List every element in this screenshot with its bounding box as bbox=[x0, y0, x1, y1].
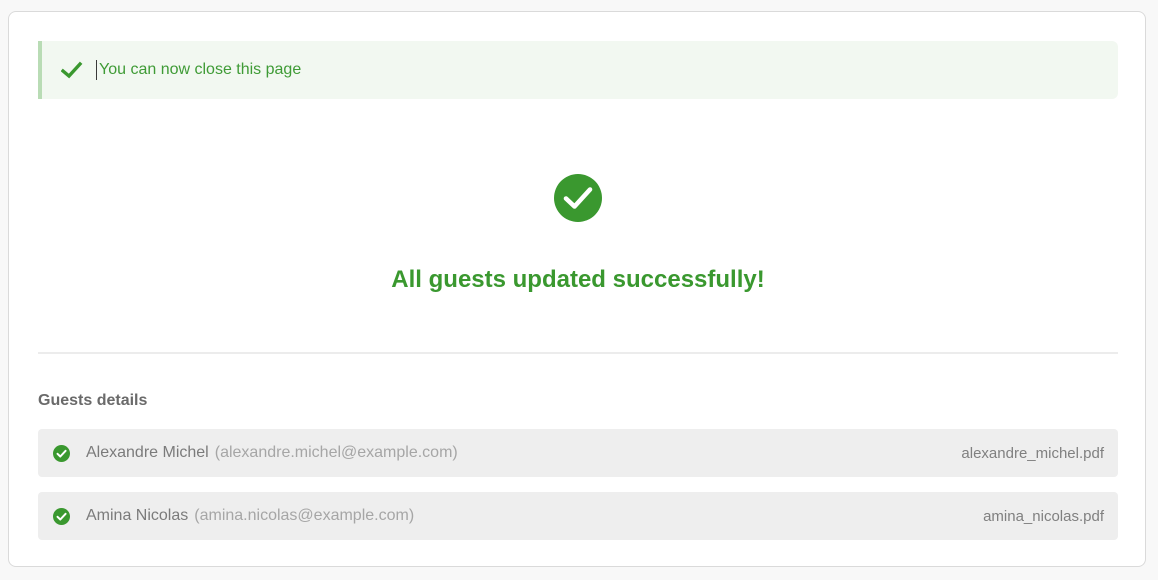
guest-name: Alexandre Michel (alexandre.michel@exampl… bbox=[86, 443, 458, 463]
guest-email: (alexandre.michel@example.com) bbox=[214, 444, 458, 461]
page-title: All guests updated successfully! bbox=[391, 266, 765, 293]
section-title: Guests details bbox=[38, 392, 148, 409]
check-circle-icon bbox=[554, 174, 602, 222]
check-icon bbox=[60, 60, 83, 80]
guest-name-text: Alexandre Michel bbox=[86, 444, 209, 461]
alert-message: You can now close this page bbox=[96, 60, 301, 80]
guest-file-link[interactable]: alexandre_michel.pdf bbox=[961, 444, 1104, 464]
check-circle-icon bbox=[53, 445, 70, 462]
guest-name: Amina Nicolas (amina.nicolas@example.com) bbox=[86, 506, 414, 526]
guest-row: Amina Nicolas (amina.nicolas@example.com)… bbox=[38, 492, 1118, 540]
check-circle-icon bbox=[53, 508, 70, 525]
guest-name-text: Amina Nicolas bbox=[86, 507, 189, 524]
guest-email: (amina.nicolas@example.com) bbox=[194, 507, 415, 524]
success-alert: You can now close this page bbox=[38, 41, 1118, 99]
guest-file-link[interactable]: amina_nicolas.pdf bbox=[983, 507, 1104, 527]
result-card: You can now close this page All guests u… bbox=[8, 11, 1146, 567]
guest-row: Alexandre Michel (alexandre.michel@exampl… bbox=[38, 429, 1118, 477]
divider bbox=[38, 352, 1118, 354]
